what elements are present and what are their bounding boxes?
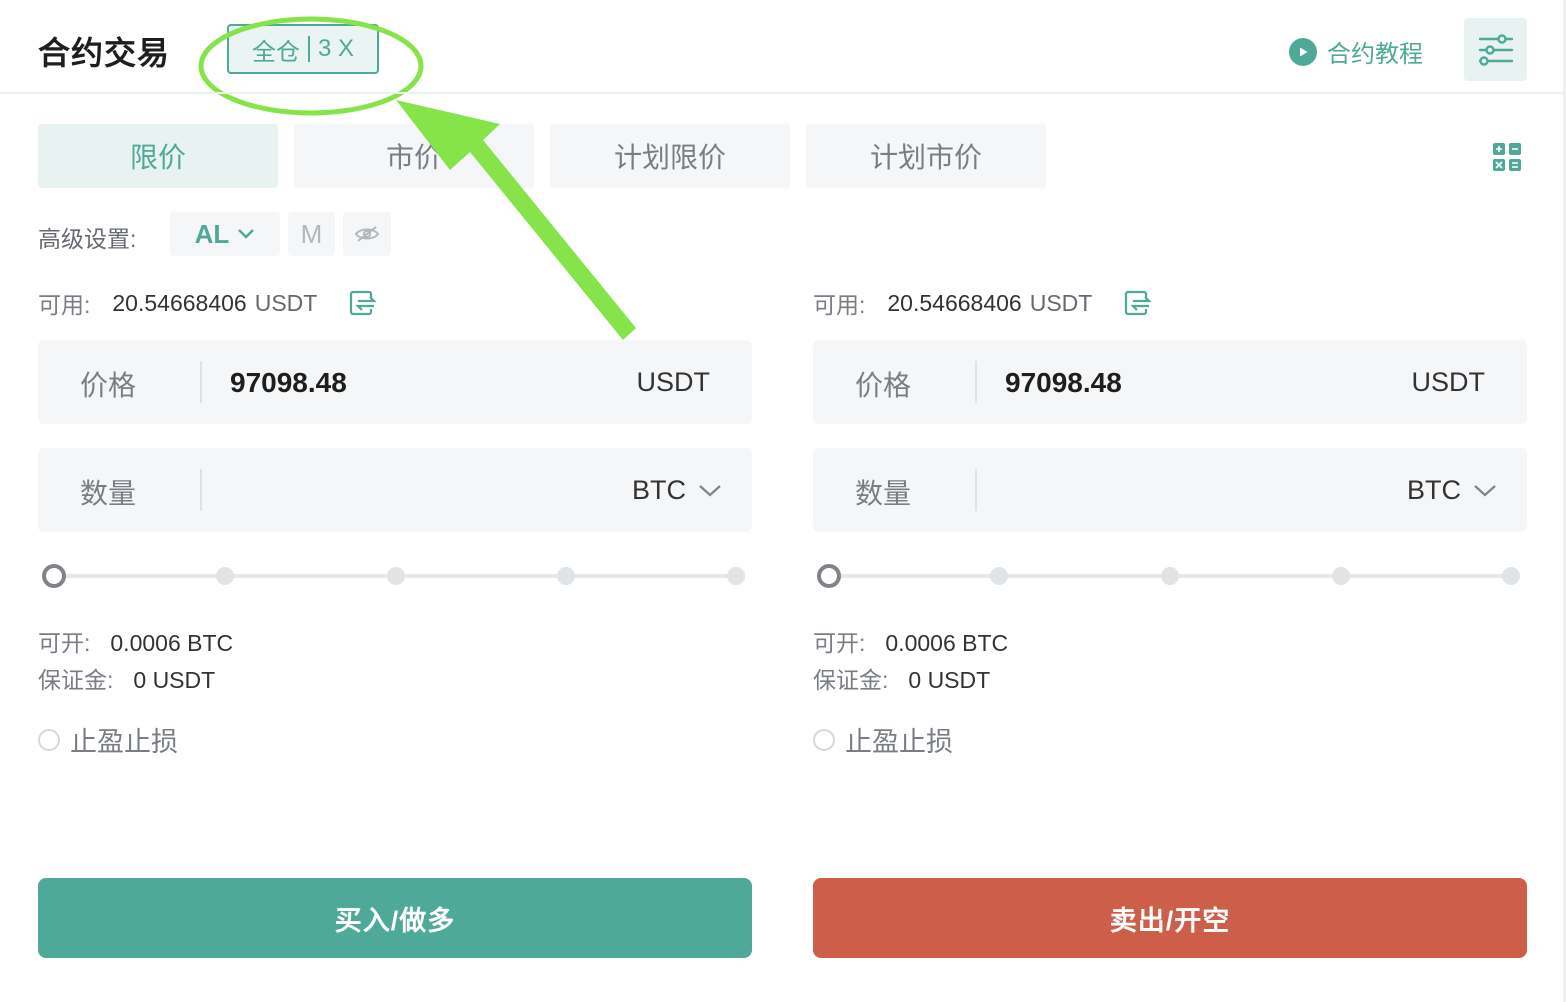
chevron-down-icon	[699, 484, 721, 496]
tpsl-label: 止盈止损	[845, 727, 953, 757]
buy-price-input[interactable]: 价格 97098.48 USDT	[38, 340, 752, 424]
tab-market[interactable]: 市价	[294, 124, 534, 188]
slider-thumb[interactable]	[42, 564, 66, 588]
available-value: 20.54668406	[112, 289, 247, 316]
available-value: 20.54668406	[887, 289, 1022, 316]
radio-icon[interactable]	[38, 728, 60, 751]
buy-margin-row: 保证金: 0 USDT	[38, 661, 215, 695]
buy-amount-slider[interactable]	[38, 561, 752, 591]
quantity-unit: BTC	[1407, 475, 1461, 505]
play-icon	[1289, 37, 1317, 66]
slider-step-100[interactable]	[1502, 567, 1520, 585]
openable-value: 0.0006 BTC	[110, 630, 234, 656]
quantity-unit: BTC	[632, 475, 686, 505]
price-unit: USDT	[636, 367, 711, 397]
settings-button[interactable]	[1464, 18, 1527, 81]
tpsl-label: 止盈止损	[70, 727, 178, 757]
field-divider	[975, 361, 977, 403]
available-label: 可用:	[38, 292, 91, 318]
radio-icon[interactable]	[813, 728, 835, 751]
tab-limit[interactable]: 限价	[38, 124, 278, 188]
price-value[interactable]: 97098.48	[1005, 367, 1122, 399]
m-button[interactable]: M	[288, 212, 335, 256]
slider-step-50[interactable]	[387, 567, 405, 585]
tutorial-label: 合约教程	[1327, 41, 1423, 68]
settings-sliders-icon	[1478, 33, 1513, 66]
slider-step-75[interactable]	[1332, 567, 1350, 585]
buy-tpsl-checkbox[interactable]: 止盈止损	[38, 720, 178, 759]
available-unit: USDT	[254, 289, 318, 316]
tab-plan-market[interactable]: 计划市价	[806, 124, 1046, 188]
transfer-icon[interactable]	[349, 290, 377, 316]
buy-available-row: 可用: 20.54668406 USDT	[38, 286, 377, 320]
al-label: AL	[194, 218, 230, 249]
margin-label: 保证金:	[38, 667, 114, 693]
tutorial-link[interactable]: 合约教程	[1289, 34, 1423, 69]
price-value[interactable]: 97098.48	[230, 367, 347, 399]
openable-label: 可开:	[813, 630, 866, 656]
sell-quantity-input[interactable]: 数量 BTC	[813, 448, 1527, 532]
annotation-highlight-ellipse	[198, 16, 424, 116]
slider-step-25[interactable]	[216, 567, 234, 585]
calculator-icon[interactable]	[1493, 143, 1521, 171]
quantity-label: 数量	[80, 478, 137, 509]
buy-openable-row: 可开: 0.0006 BTC	[38, 624, 233, 658]
slider-step-25[interactable]	[990, 567, 1008, 585]
slider-step-75[interactable]	[557, 567, 575, 585]
sell-tpsl-checkbox[interactable]: 止盈止损	[813, 720, 953, 759]
margin-label: 保证金:	[813, 667, 889, 693]
quantity-unit-dropdown[interactable]: BTC	[1407, 475, 1497, 506]
slider-step-100[interactable]	[727, 567, 745, 585]
chevron-down-icon	[1474, 484, 1496, 496]
transfer-icon[interactable]	[1124, 290, 1152, 316]
quantity-unit-dropdown[interactable]: BTC	[632, 475, 722, 506]
slider-step-50[interactable]	[1161, 567, 1179, 585]
header-divider	[0, 92, 1566, 94]
slider-thumb[interactable]	[817, 564, 841, 588]
price-unit: USDT	[1411, 367, 1486, 397]
openable-value: 0.0006 BTC	[885, 630, 1009, 656]
available-unit: USDT	[1029, 289, 1093, 316]
field-divider	[200, 469, 202, 511]
eye-slash-icon	[354, 226, 380, 242]
quantity-label: 数量	[855, 478, 912, 509]
field-divider	[200, 361, 202, 403]
sell-amount-slider[interactable]	[813, 561, 1527, 591]
page-title: 合约交易	[38, 35, 171, 71]
al-dropdown[interactable]: AL	[170, 212, 280, 256]
advanced-settings-label: 高级设置:	[38, 226, 137, 252]
field-divider	[975, 469, 977, 511]
buy-long-button[interactable]: 买入/做多	[38, 878, 752, 958]
margin-value: 0 USDT	[133, 667, 216, 693]
price-label: 价格	[855, 370, 912, 401]
sell-available-row: 可用: 20.54668406 USDT	[813, 286, 1152, 320]
hide-toggle-button[interactable]	[343, 212, 391, 256]
available-label: 可用:	[813, 292, 866, 318]
price-label: 价格	[80, 370, 137, 401]
sell-margin-row: 保证金: 0 USDT	[813, 661, 990, 695]
buy-quantity-input[interactable]: 数量 BTC	[38, 448, 752, 532]
openable-label: 可开:	[38, 630, 91, 656]
chevron-down-icon	[238, 229, 255, 239]
tab-plan-limit[interactable]: 计划限价	[550, 124, 790, 188]
sell-price-input[interactable]: 价格 97098.48 USDT	[813, 340, 1527, 424]
margin-value: 0 USDT	[908, 667, 991, 693]
sell-openable-row: 可开: 0.0006 BTC	[813, 624, 1008, 658]
sell-short-button[interactable]: 卖出/开空	[813, 878, 1527, 958]
